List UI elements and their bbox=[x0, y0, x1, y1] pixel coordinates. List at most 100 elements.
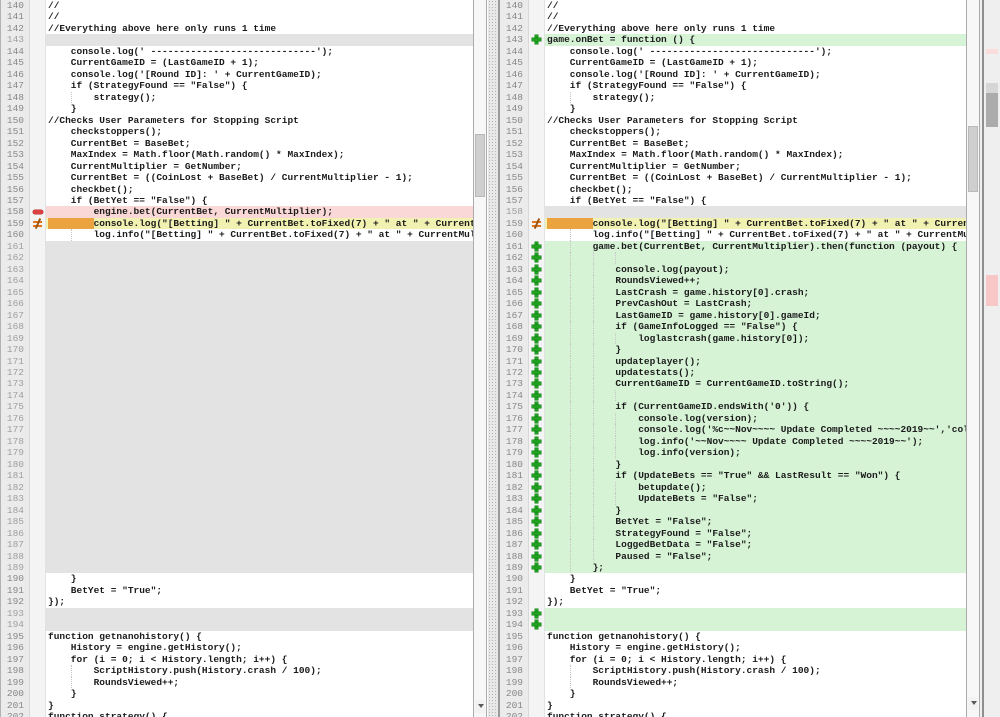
left-vertical-scrollbar[interactable] bbox=[473, 0, 487, 717]
line-number[interactable]: 155 bbox=[500, 172, 529, 183]
line-number[interactable]: 143 bbox=[1, 34, 30, 45]
line-number[interactable]: 184 bbox=[1, 505, 30, 516]
line-text[interactable]: }); bbox=[46, 596, 473, 607]
line-text[interactable]: //Checks User Parameters for Stopping Sc… bbox=[545, 115, 966, 126]
line-number[interactable]: 140 bbox=[500, 0, 529, 11]
line-text[interactable]: RoundsViewed++; bbox=[545, 275, 966, 286]
line-number[interactable]: 171 bbox=[500, 356, 529, 367]
line-number[interactable]: 147 bbox=[1, 80, 30, 91]
line-number[interactable]: 157 bbox=[1, 195, 30, 206]
line-text[interactable]: updatestats(); bbox=[545, 367, 966, 378]
line-text[interactable] bbox=[46, 310, 473, 321]
line-text[interactable] bbox=[46, 264, 473, 275]
line-text[interactable] bbox=[46, 424, 473, 435]
line-text[interactable]: console.log("[Betting] " + CurrentBet.to… bbox=[46, 218, 473, 229]
line-text[interactable] bbox=[46, 252, 473, 263]
line-number[interactable]: 150 bbox=[1, 115, 30, 126]
line-text[interactable] bbox=[46, 459, 473, 470]
line-text[interactable]: } bbox=[545, 688, 966, 699]
line-number[interactable]: 169 bbox=[500, 333, 529, 344]
line-text[interactable]: strategy(); bbox=[545, 92, 966, 103]
line-text[interactable]: CurrentBet = ((CoinLost + BaseBet) / Cur… bbox=[46, 172, 473, 183]
line-text[interactable]: } bbox=[46, 700, 473, 711]
right-scrollbar-down-arrow-icon[interactable] bbox=[968, 697, 978, 710]
line-number[interactable]: 149 bbox=[500, 103, 529, 114]
line-number[interactable]: 158 bbox=[1, 206, 30, 217]
line-number[interactable]: 188 bbox=[1, 551, 30, 562]
line-number[interactable]: 159 bbox=[1, 218, 30, 229]
line-number[interactable]: 191 bbox=[500, 585, 529, 596]
line-text[interactable] bbox=[545, 619, 966, 630]
line-text[interactable]: console.log('%c~~Nov~~~~ Update Complete… bbox=[545, 424, 966, 435]
line-text[interactable]: CurrentGameID = (LastGameID + 1); bbox=[545, 57, 966, 68]
line-number[interactable]: 152 bbox=[500, 138, 529, 149]
line-number[interactable]: 162 bbox=[500, 252, 529, 263]
line-number[interactable]: 146 bbox=[500, 69, 529, 80]
line-text[interactable]: console.log(' --------------------------… bbox=[545, 46, 966, 57]
line-text[interactable]: }; bbox=[545, 562, 966, 573]
line-text[interactable]: function getnanohistory() { bbox=[545, 631, 966, 642]
line-text[interactable]: } bbox=[545, 700, 966, 711]
line-number[interactable]: 180 bbox=[500, 459, 529, 470]
line-text[interactable] bbox=[46, 505, 473, 516]
line-number[interactable]: 161 bbox=[1, 241, 30, 252]
line-text[interactable]: CurrentGameID = (LastGameID + 1); bbox=[46, 57, 473, 68]
line-number[interactable]: 190 bbox=[500, 573, 529, 584]
line-number[interactable]: 192 bbox=[500, 596, 529, 607]
line-text[interactable] bbox=[46, 401, 473, 412]
line-text[interactable] bbox=[46, 287, 473, 298]
line-text[interactable] bbox=[46, 436, 473, 447]
line-text[interactable]: } bbox=[46, 688, 473, 699]
line-number[interactable]: 165 bbox=[1, 287, 30, 298]
line-text[interactable]: CurrentBet = ((CoinLost + BaseBet) / Cur… bbox=[545, 172, 966, 183]
line-number[interactable]: 161 bbox=[500, 241, 529, 252]
line-text[interactable]: function strategy() { bbox=[46, 711, 473, 717]
line-text[interactable]: if (StrategyFound == "False") { bbox=[46, 80, 473, 91]
line-text[interactable]: //Checks User Parameters for Stopping Sc… bbox=[46, 115, 473, 126]
line-number[interactable]: 202 bbox=[500, 711, 529, 717]
line-number[interactable]: 169 bbox=[1, 333, 30, 344]
line-text[interactable]: LoggedBetData = "False"; bbox=[545, 539, 966, 550]
line-number[interactable]: 173 bbox=[1, 378, 30, 389]
line-text[interactable] bbox=[545, 252, 966, 263]
line-text[interactable]: for (i = 0; i < History.length; i++) { bbox=[545, 654, 966, 665]
line-text[interactable]: if (CurrentGameID.endsWith('0')) { bbox=[545, 401, 966, 412]
line-number[interactable]: 196 bbox=[500, 642, 529, 653]
line-text[interactable]: History = engine.getHistory(); bbox=[46, 642, 473, 653]
line-text[interactable] bbox=[46, 390, 473, 401]
line-number[interactable]: 167 bbox=[1, 310, 30, 321]
line-number[interactable]: 152 bbox=[1, 138, 30, 149]
line-number[interactable]: 188 bbox=[500, 551, 529, 562]
line-text[interactable] bbox=[46, 275, 473, 286]
right-editor-pane[interactable]: 140//141//142//Everything above here onl… bbox=[499, 0, 966, 717]
line-number[interactable]: 187 bbox=[1, 539, 30, 550]
line-number[interactable]: 160 bbox=[1, 229, 30, 240]
line-number[interactable]: 170 bbox=[1, 344, 30, 355]
line-number[interactable]: 176 bbox=[1, 413, 30, 424]
line-number[interactable]: 154 bbox=[1, 161, 30, 172]
line-text[interactable]: CurrentBet = BaseBet; bbox=[46, 138, 473, 149]
line-text[interactable]: if (BetYet == "False") { bbox=[545, 195, 966, 206]
line-text[interactable]: CurrentMultiplier = GetNumber; bbox=[46, 161, 473, 172]
line-text[interactable]: RoundsViewed++; bbox=[46, 677, 473, 688]
line-text[interactable]: log.info("[Betting] " + CurrentBet.toFix… bbox=[46, 229, 473, 240]
line-text[interactable]: MaxIndex = Math.floor(Math.random() * Ma… bbox=[545, 149, 966, 160]
line-number[interactable]: 181 bbox=[500, 470, 529, 481]
line-number[interactable]: 142 bbox=[1, 23, 30, 34]
line-text[interactable]: log.info("[Betting] " + CurrentBet.toFix… bbox=[545, 229, 966, 240]
left-editor-pane[interactable]: 140//141//142//Everything above here onl… bbox=[0, 0, 473, 717]
line-number[interactable]: 166 bbox=[1, 298, 30, 309]
line-text[interactable]: if (BetYet == "False") { bbox=[46, 195, 473, 206]
line-number[interactable]: 196 bbox=[1, 642, 30, 653]
line-text[interactable] bbox=[46, 367, 473, 378]
line-number[interactable]: 200 bbox=[500, 688, 529, 699]
line-text[interactable]: // bbox=[545, 0, 966, 11]
line-text[interactable] bbox=[46, 608, 473, 619]
line-text[interactable]: console.log(version); bbox=[545, 413, 966, 424]
line-text[interactable]: checkstoppers(); bbox=[545, 126, 966, 137]
line-number[interactable]: 162 bbox=[1, 252, 30, 263]
line-number[interactable]: 183 bbox=[1, 493, 30, 504]
line-text[interactable] bbox=[46, 298, 473, 309]
line-number[interactable]: 156 bbox=[500, 184, 529, 195]
line-number[interactable]: 195 bbox=[500, 631, 529, 642]
